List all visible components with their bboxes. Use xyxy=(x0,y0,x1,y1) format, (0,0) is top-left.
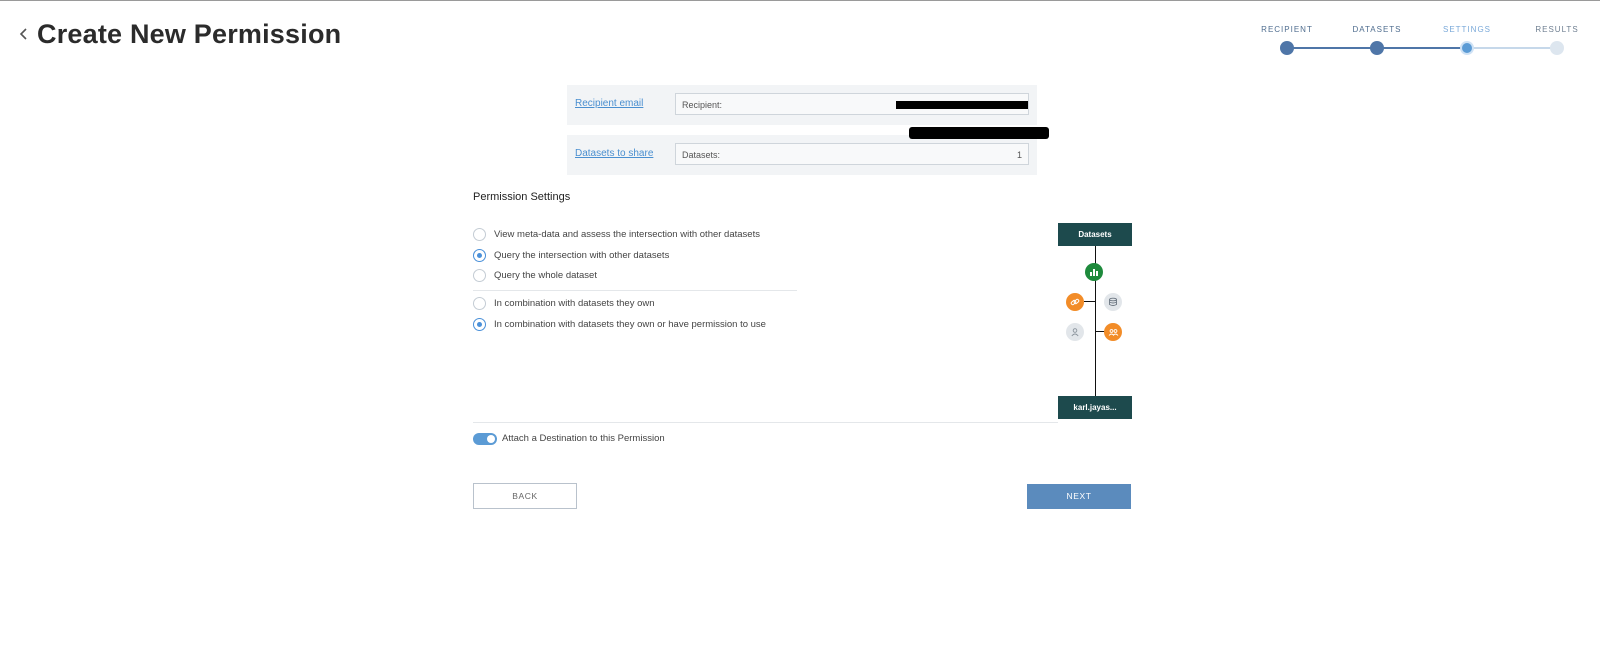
step-connector-3 xyxy=(1467,47,1562,49)
datasets-to-share-link[interactable]: Datasets to share xyxy=(575,148,653,159)
page-header: Create New Permission RECIPIENT DATASETS… xyxy=(0,1,1600,71)
attach-destination-label: Attach a Destination to this Permission xyxy=(502,433,665,444)
chevron-left-icon[interactable] xyxy=(16,25,32,43)
radio-label: View meta-data and assess the intersecti… xyxy=(494,229,760,240)
radio-button-checked[interactable] xyxy=(473,318,486,331)
radio-label: In combination with datasets they own or… xyxy=(494,319,766,330)
attach-destination-toggle[interactable] xyxy=(473,433,497,445)
step-label-results[interactable]: RESULTS xyxy=(1535,25,1578,34)
diagram-recipient-box: karl.jayas... xyxy=(1058,396,1132,419)
datasets-count: 1 xyxy=(1016,150,1022,160)
section-divider xyxy=(473,422,1058,423)
diagram-branch-line xyxy=(1084,301,1096,302)
recipient-email-link[interactable]: Recipient email xyxy=(575,98,643,109)
back-button[interactable]: BACK xyxy=(473,483,577,509)
radio-label: Query the whole dataset xyxy=(494,270,597,281)
datasets-field: Datasets: 1 xyxy=(675,143,1029,165)
step-label-settings[interactable]: SETTINGS xyxy=(1443,25,1491,34)
page-title: Create New Permission xyxy=(37,19,342,49)
radio-button[interactable] xyxy=(473,228,486,241)
step-label-datasets[interactable]: DATASETS xyxy=(1352,25,1401,34)
user-icon xyxy=(1066,323,1084,341)
redaction-bar xyxy=(909,127,1049,139)
diagram-datasets-box: Datasets xyxy=(1058,223,1132,246)
radio-button[interactable] xyxy=(473,269,486,282)
step-connector-1 xyxy=(1287,47,1382,49)
step-connector-2 xyxy=(1377,47,1472,49)
recipient-field-label: Recipient: xyxy=(682,100,723,110)
link-icon xyxy=(1066,293,1084,311)
radio-button-checked[interactable] xyxy=(473,249,486,262)
step-label-recipient[interactable]: RECIPIENT xyxy=(1261,25,1313,34)
database-icon xyxy=(1104,293,1122,311)
step-dot-settings[interactable] xyxy=(1460,41,1474,55)
progress-stepper: RECIPIENT DATASETS SETTINGS RESULTS xyxy=(1240,23,1580,63)
datasets-field-label: Datasets: xyxy=(682,150,721,160)
bar-chart-icon xyxy=(1085,263,1103,281)
radio-label: Query the intersection with other datase… xyxy=(494,250,670,261)
step-dot-datasets[interactable] xyxy=(1370,41,1384,55)
options-divider xyxy=(473,290,797,291)
step-dot-recipient[interactable] xyxy=(1280,41,1294,55)
datasets-summary: Datasets to share Datasets: 1 xyxy=(567,135,1037,175)
permission-settings-title: Permission Settings xyxy=(473,191,571,203)
step-dot-results[interactable] xyxy=(1550,41,1564,55)
redaction-bar xyxy=(896,101,1028,109)
next-button[interactable]: NEXT xyxy=(1027,484,1131,509)
radio-label: In combination with datasets they own xyxy=(494,298,655,309)
radio-button[interactable] xyxy=(473,297,486,310)
group-icon xyxy=(1104,323,1122,341)
